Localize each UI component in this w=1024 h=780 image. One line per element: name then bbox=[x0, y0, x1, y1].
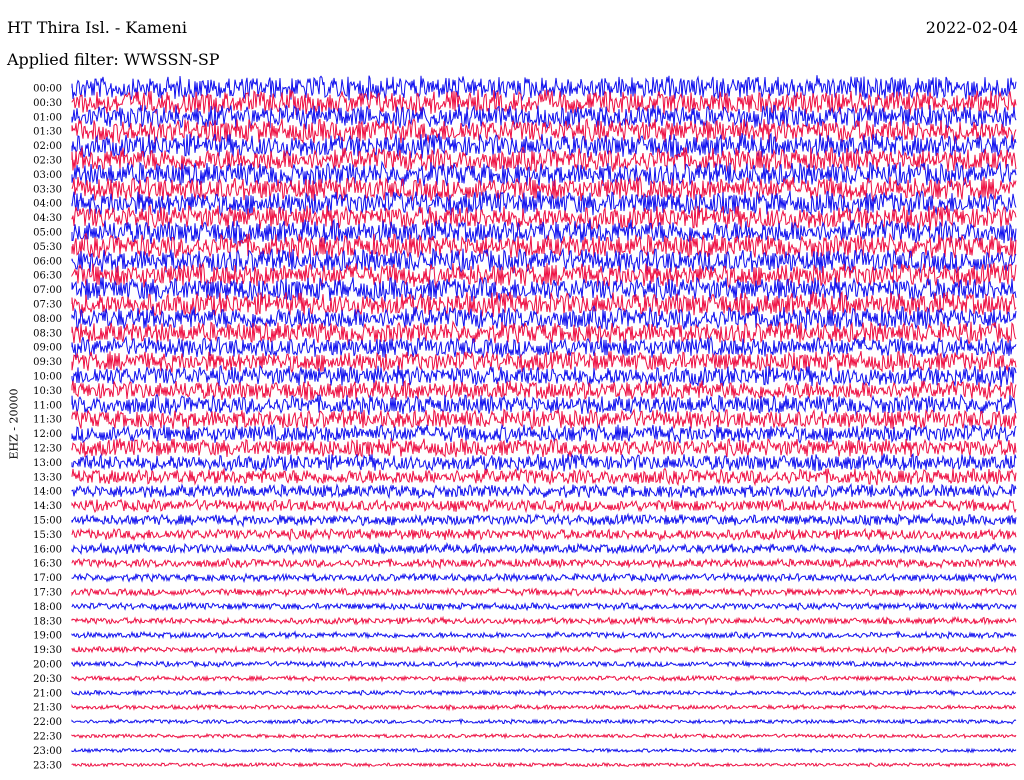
row-time-label: 11:30 bbox=[33, 415, 62, 426]
row-time-label: 01:30 bbox=[33, 127, 62, 138]
row-time-label: 21:30 bbox=[33, 703, 62, 714]
trace-line bbox=[71, 437, 1017, 458]
row-time-label: 08:00 bbox=[33, 314, 62, 325]
row-time-label: 13:30 bbox=[33, 472, 62, 483]
row-time-label: 10:30 bbox=[33, 386, 62, 397]
trace-line bbox=[71, 527, 1017, 542]
trace-line bbox=[71, 645, 1017, 655]
trace-line bbox=[71, 717, 1017, 726]
row-time-label: 02:00 bbox=[33, 141, 62, 152]
row-time-label: 02:30 bbox=[33, 156, 62, 167]
trace-line bbox=[71, 393, 1017, 417]
row-time-label: 19:30 bbox=[33, 645, 62, 656]
trace-line bbox=[71, 601, 1017, 612]
trace-line bbox=[71, 541, 1017, 556]
row-time-label: 15:30 bbox=[33, 530, 62, 541]
row-time-label: 12:30 bbox=[33, 444, 62, 455]
row-time-label: 12:00 bbox=[33, 429, 62, 440]
trace-line bbox=[71, 688, 1017, 697]
row-time-label: 05:00 bbox=[33, 228, 62, 239]
trace-line bbox=[71, 335, 1017, 359]
row-time-label: 04:30 bbox=[33, 213, 62, 224]
trace-line bbox=[71, 674, 1017, 683]
row-time-label: 16:00 bbox=[33, 544, 62, 555]
row-time-label: 21:00 bbox=[33, 688, 62, 699]
row-time-label: 16:30 bbox=[33, 559, 62, 570]
row-time-label: 14:30 bbox=[33, 501, 62, 512]
trace-line bbox=[71, 586, 1017, 598]
trace-line bbox=[71, 732, 1017, 740]
trace-line bbox=[71, 483, 1017, 500]
row-time-label: 03:30 bbox=[33, 184, 62, 195]
trace-line bbox=[71, 423, 1017, 445]
row-time-label: 09:30 bbox=[33, 357, 62, 368]
row-time-label: 23:00 bbox=[33, 746, 62, 757]
trace-line bbox=[71, 452, 1017, 473]
trace-line bbox=[71, 350, 1017, 374]
row-time-label: 03:00 bbox=[33, 170, 62, 181]
row-time-label: 17:00 bbox=[33, 573, 62, 584]
row-time-label: 19:00 bbox=[33, 631, 62, 642]
row-time-label: 20:30 bbox=[33, 674, 62, 685]
trace-line bbox=[71, 467, 1017, 487]
row-time-label: 17:30 bbox=[33, 588, 62, 599]
trace-line bbox=[71, 557, 1017, 570]
trace-line bbox=[71, 615, 1017, 626]
row-time-label: 08:30 bbox=[33, 328, 62, 339]
trace-line bbox=[71, 659, 1017, 669]
row-time-label: 23:30 bbox=[33, 760, 62, 771]
row-time-label: 22:30 bbox=[33, 732, 62, 743]
row-time-label: 00:00 bbox=[33, 84, 62, 95]
row-time-label: 11:00 bbox=[33, 400, 62, 411]
row-time-label: 09:00 bbox=[33, 343, 62, 354]
trace-line bbox=[71, 512, 1017, 528]
row-time-label: 01:00 bbox=[33, 112, 62, 123]
trace-line bbox=[71, 761, 1017, 769]
trace-line bbox=[71, 572, 1017, 584]
row-time-label: 18:30 bbox=[33, 616, 62, 627]
trace-line bbox=[71, 498, 1017, 514]
row-time-label: 07:30 bbox=[33, 300, 62, 311]
helicorder-plot: 00:00 00:30 01:00 01:30 02:00 02:30 03:00 03:30… bbox=[33, 75, 1017, 771]
row-time-label: 14:00 bbox=[33, 487, 62, 498]
row-time-label: 20:00 bbox=[33, 660, 62, 671]
row-time-label: 07:00 bbox=[33, 285, 62, 296]
trace-line bbox=[71, 160, 1017, 188]
row-time-label: 18:00 bbox=[33, 602, 62, 613]
row-time-label: 06:30 bbox=[33, 271, 62, 282]
row-time-label: 06:00 bbox=[33, 256, 62, 267]
row-time-label: 22:00 bbox=[33, 717, 62, 728]
row-time-label: 13:00 bbox=[33, 458, 62, 469]
trace-line bbox=[71, 290, 1017, 318]
trace-line bbox=[71, 630, 1017, 640]
trace-line bbox=[71, 89, 1017, 116]
trace-line bbox=[71, 703, 1017, 712]
trace-line bbox=[71, 407, 1017, 431]
row-time-label: 10:00 bbox=[33, 372, 62, 383]
row-time-label: 00:30 bbox=[33, 98, 62, 109]
row-time-label: 04:00 bbox=[33, 199, 62, 210]
row-time-label: 15:00 bbox=[33, 516, 62, 527]
trace-line bbox=[71, 746, 1017, 754]
row-time-label: 05:30 bbox=[33, 242, 62, 253]
